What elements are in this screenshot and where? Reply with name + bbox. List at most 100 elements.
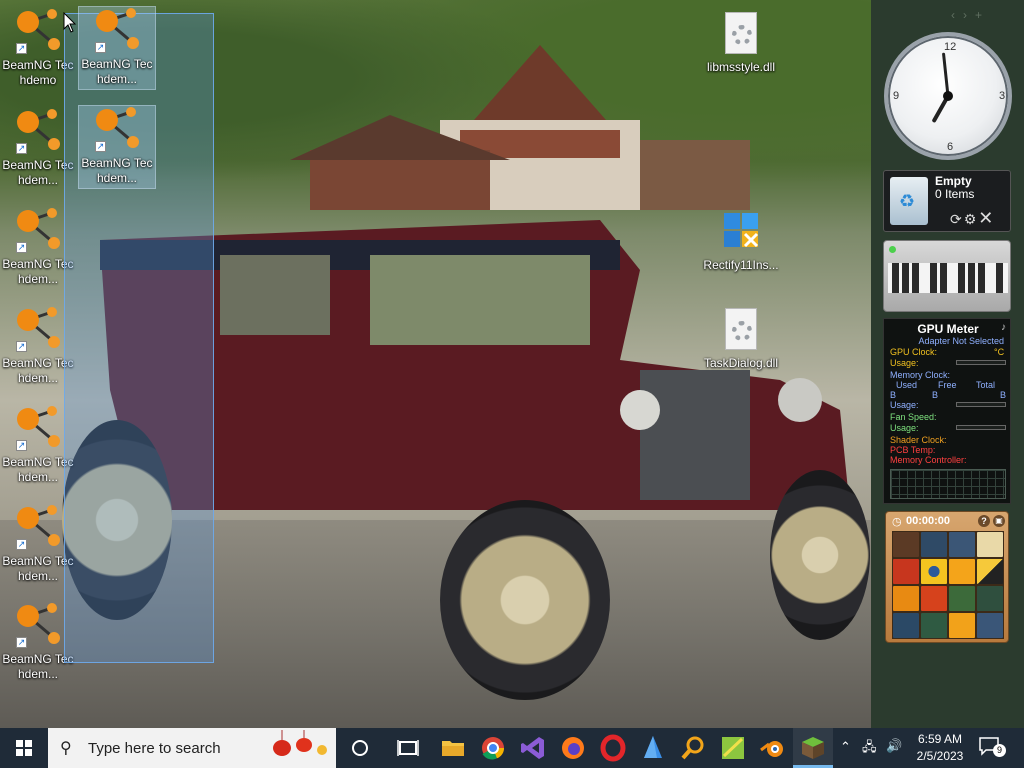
music-note-icon: ♪ [1001,322,1006,333]
puzzle-board[interactable] [892,531,1004,639]
recycle-bin-icon: ♻ [890,177,928,225]
desktop-icon-beamng-selected[interactable]: ↗ BeamNG Techdem... [78,105,156,189]
chevron-right-icon[interactable]: › [963,8,975,22]
desktop-icon-label: BeamNG Techdem... [81,156,153,185]
tray-time: 6:59 AM [917,732,963,746]
gear-icon[interactable]: ⚙ [964,211,979,227]
clock-gadget[interactable]: 12 3 6 9 [884,32,1012,160]
close-icon[interactable]: ✕ [978,208,995,228]
beamng-icon: ↗ [14,306,62,354]
taskbar: ⚲ Type here to search ⌃ 🖧 🔊 6:59 AM 2/5/… [0,728,1024,768]
tray-date: 2/5/2023 [916,749,964,763]
chrome-button[interactable] [473,728,513,768]
chevron-up-icon[interactable]: ⌃ [840,739,851,755]
windows-logo-icon [16,740,32,756]
chevron-left-icon[interactable]: ‹ [951,8,963,22]
memory-free-value: B [932,390,939,400]
chrome-icon [482,737,505,760]
memory-clock-label: Memory Clock: [890,370,951,380]
search-icon: ⚲ [60,740,72,757]
task-view-button[interactable] [388,728,428,768]
puzzle-tile[interactable] [893,613,919,638]
shortcut-arrow-icon: ↗ [16,43,27,54]
puzzle-tile[interactable] [893,532,919,557]
shortcut-arrow-icon: ↗ [16,637,27,648]
gpu-usage-bar [956,360,1006,365]
puzzle-tile[interactable] [977,613,1003,638]
add-gadget-icon[interactable]: + [975,8,990,22]
beamng-icon: ↗ [14,602,62,650]
sidebar-nav: ‹›+ [951,8,990,22]
desktop-icon-taskdialog[interactable]: TaskDialog.dll [702,306,780,371]
fan-speed-label: Fan Speed: [890,412,937,422]
piano-keys[interactable] [888,263,1008,293]
puzzle-tile[interactable] [921,559,947,584]
puzzle-tile[interactable] [893,559,919,584]
minecraft-button[interactable] [793,728,833,768]
puzzle-tile[interactable] [921,613,947,638]
gpu-meter-title: GPU Meter [917,322,979,336]
visual-studio-button[interactable] [513,728,553,768]
puzzle-tile[interactable] [949,532,975,557]
puzzle-tile[interactable] [977,532,1003,557]
volume-icon[interactable]: 🔊 [886,738,902,754]
puzzle-tile[interactable] [949,586,975,611]
file-explorer-button[interactable] [433,728,473,768]
beamng-icon: ↗ [14,8,62,56]
memory-usage-bar [956,402,1006,407]
blender-button[interactable] [753,728,793,768]
puzzle-tile[interactable] [921,532,947,557]
cortana-button[interactable] [340,728,380,768]
taskbar-search-box[interactable]: ⚲ Type here to search [48,728,336,768]
puzzle-timer: 00:00:00 [906,515,951,527]
gpu-meter-gadget[interactable]: GPU Meter ♪ Adapter Not Selected GPU Clo… [883,318,1011,504]
minecraft-icon [802,737,824,759]
gpu-history-graph [890,469,1006,499]
memory-free-label: Free [938,380,957,390]
refresh-icon[interactable]: ⟳ [950,211,964,227]
azure-data-button[interactable] [633,728,673,768]
piano-gadget[interactable] [883,240,1011,312]
puzzle-tile[interactable] [977,559,1003,584]
opera-button[interactable] [593,728,633,768]
firefox-button[interactable] [553,728,593,768]
network-icon[interactable]: 🖧 [862,738,877,760]
help-icon[interactable]: ? [978,515,990,527]
desktop-icon-rectify11[interactable]: Rectify11Ins... [702,208,780,273]
memory-total-label: Total [976,380,996,390]
puzzle-tile[interactable] [977,586,1003,611]
beamng-icon: ↗ [14,405,62,453]
notification-count-badge: 9 [993,744,1006,757]
mouse-cursor-icon [63,12,77,33]
search-placeholder: Type here to search [88,740,221,757]
memory-usage-label: Usage: [890,400,919,410]
grapher-icon [722,737,744,759]
opera-icon [600,734,626,762]
beamng-icon: ↗ [14,108,62,156]
puzzle-tile[interactable] [893,586,919,611]
desktop-icon-label: TaskDialog.dll [703,356,779,370]
shortcut-arrow-icon: ↗ [16,440,27,451]
rectify11-installer-icon [717,208,765,256]
picture-icon[interactable]: ▣ [993,515,1005,527]
picture-puzzle-gadget[interactable]: ◷ 00:00:00 ? ▣ [885,511,1009,643]
recycle-bin-gadget[interactable]: ♻ Empty 0 Items ⟳⚙✕ [883,170,1011,232]
search-tool-button[interactable] [673,728,713,768]
memory-total-value: B [1000,390,1007,400]
timer-icon[interactable]: ◷ [892,515,902,528]
gpu-adapter-status: Adapter Not Selected [918,336,1004,346]
start-button[interactable] [0,728,48,768]
desktop-icon-beamng-selected[interactable]: ↗ BeamNG Techdem... [78,6,156,90]
shortcut-arrow-icon: ↗ [95,42,106,53]
tray-clock[interactable]: 6:59 AM 2/5/2023 [906,731,974,765]
search-highlight-lanterns-icon [273,730,327,756]
grapher-button[interactable] [713,728,753,768]
puzzle-tile[interactable] [949,613,975,638]
desktop-icon-libmsstyle[interactable]: libmsstyle.dll [702,10,780,75]
gear-icon [732,321,752,341]
shortcut-arrow-icon: ↗ [95,141,106,152]
fan-usage-bar [956,425,1006,430]
puzzle-tile[interactable] [921,586,947,611]
puzzle-tile[interactable] [949,559,975,584]
action-center-button[interactable]: 9 [978,736,1008,760]
